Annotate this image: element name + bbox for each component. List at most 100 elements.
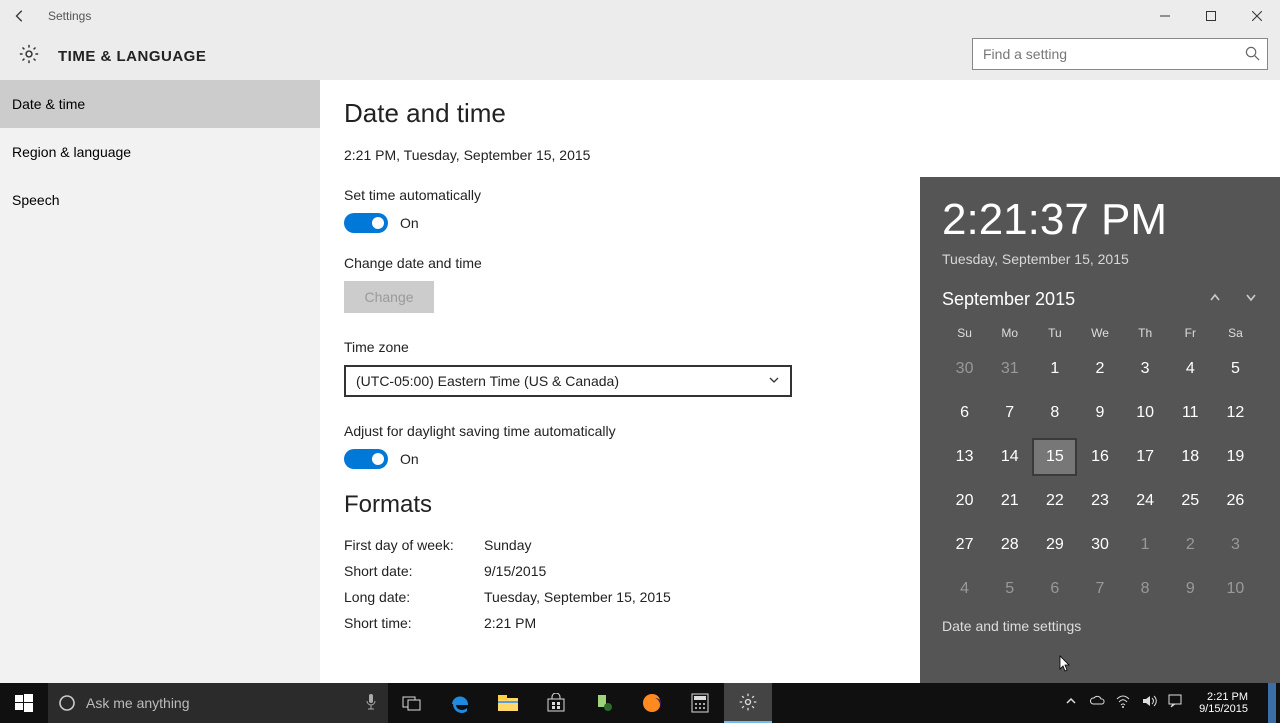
tray-clock-time: 2:21 PM [1199, 691, 1248, 703]
calendar-day[interactable]: 14 [987, 438, 1032, 476]
format-key: First day of week: [344, 537, 484, 553]
sidebar-item-label: Date & time [12, 96, 85, 112]
taskbar-app-pinned-1[interactable] [580, 683, 628, 723]
section-heading: Date and time [344, 98, 1256, 129]
format-key: Short time: [344, 615, 484, 631]
window-title: Settings [40, 9, 91, 23]
calendar-day[interactable]: 10 [1213, 570, 1258, 608]
tray-volume-icon[interactable] [1141, 693, 1157, 714]
calendar-day[interactable]: 25 [1168, 482, 1213, 520]
dst-state: On [400, 451, 419, 467]
calendar-day[interactable]: 19 [1213, 438, 1258, 476]
sidebar-item-label: Region & language [12, 144, 131, 160]
calendar-day[interactable]: 15 [1032, 438, 1077, 476]
calendar-day[interactable]: 30 [942, 350, 987, 388]
minimize-button[interactable] [1142, 0, 1188, 32]
tray-onedrive-icon[interactable] [1089, 693, 1105, 714]
calendar-day[interactable]: 8 [1032, 394, 1077, 432]
chevron-down-icon [768, 373, 780, 389]
tray-wifi-icon[interactable] [1115, 693, 1131, 714]
calendar-weekday: Sa [1213, 322, 1258, 344]
calendar-day[interactable]: 21 [987, 482, 1032, 520]
maximize-button[interactable] [1188, 0, 1234, 32]
calendar-day[interactable]: 24 [1123, 482, 1168, 520]
tray-clock-date: 9/15/2015 [1199, 703, 1248, 715]
calendar-day[interactable]: 16 [1077, 438, 1122, 476]
date-time-settings-link[interactable]: Date and time settings [942, 618, 1258, 634]
calendar-day[interactable]: 13 [942, 438, 987, 476]
sidebar-item-date-time[interactable]: Date & time [0, 80, 320, 128]
calendar-day[interactable]: 17 [1123, 438, 1168, 476]
calendar-day[interactable]: 31 [987, 350, 1032, 388]
calendar-day[interactable]: 9 [1077, 394, 1122, 432]
start-button[interactable] [0, 683, 48, 723]
taskbar-edge[interactable] [436, 683, 484, 723]
calendar-day[interactable]: 5 [987, 570, 1032, 608]
calendar-day[interactable]: 5 [1213, 350, 1258, 388]
calendar-day[interactable]: 3 [1123, 350, 1168, 388]
calendar-day[interactable]: 11 [1168, 394, 1213, 432]
calendar-day[interactable]: 2 [1077, 350, 1122, 388]
calendar-day[interactable]: 12 [1213, 394, 1258, 432]
timezone-select[interactable]: (UTC-05:00) Eastern Time (US & Canada) [344, 365, 792, 397]
back-button[interactable] [0, 0, 40, 32]
taskbar: Ask me anything 2:21 PM 9/15/2015 [0, 683, 1280, 723]
sidebar-item-region-language[interactable]: Region & language [0, 128, 320, 176]
calendar-day[interactable]: 30 [1077, 526, 1122, 564]
calendar-day[interactable]: 6 [942, 394, 987, 432]
calendar-day[interactable]: 10 [1123, 394, 1168, 432]
cortana-search[interactable]: Ask me anything [48, 683, 388, 723]
show-desktop-button[interactable] [1268, 683, 1276, 723]
calendar-day[interactable]: 18 [1168, 438, 1213, 476]
calendar-day[interactable]: 7 [1077, 570, 1122, 608]
month-next-button[interactable] [1244, 290, 1258, 309]
calendar-day[interactable]: 3 [1213, 526, 1258, 564]
taskbar-settings[interactable] [724, 683, 772, 723]
calendar-day[interactable]: 9 [1168, 570, 1213, 608]
calendar-day[interactable]: 2 [1168, 526, 1213, 564]
calendar-weekday: Tu [1032, 322, 1077, 344]
calendar-day[interactable]: 4 [942, 570, 987, 608]
calendar-day[interactable]: 22 [1032, 482, 1077, 520]
auto-time-state: On [400, 215, 419, 231]
taskbar-calculator[interactable] [676, 683, 724, 723]
flyout-month[interactable]: September 2015 [942, 289, 1075, 310]
flyout-date: Tuesday, September 15, 2015 [942, 251, 1258, 267]
tray-clock[interactable]: 2:21 PM 9/15/2015 [1193, 691, 1254, 715]
format-value: 9/15/2015 [484, 563, 546, 579]
auto-time-toggle[interactable] [344, 213, 388, 233]
task-view-button[interactable] [388, 683, 436, 723]
calendar-day[interactable]: 29 [1032, 526, 1077, 564]
calendar-day[interactable]: 1 [1032, 350, 1077, 388]
month-prev-button[interactable] [1208, 290, 1222, 309]
calendar-day[interactable]: 1 [1123, 526, 1168, 564]
calendar-day[interactable]: 28 [987, 526, 1032, 564]
change-button-label: Change [364, 289, 413, 305]
calendar-day[interactable]: 27 [942, 526, 987, 564]
cortana-icon [58, 694, 76, 712]
calendar-day[interactable]: 4 [1168, 350, 1213, 388]
settings-header: TIME & LANGUAGE [0, 32, 1280, 80]
format-value: Sunday [484, 537, 531, 553]
calendar-flyout: 2:21:37 PM Tuesday, September 15, 2015 S… [920, 177, 1280, 683]
calendar-day[interactable]: 8 [1123, 570, 1168, 608]
calendar-day[interactable]: 7 [987, 394, 1032, 432]
calendar-day[interactable]: 20 [942, 482, 987, 520]
tray-action-center-icon[interactable] [1167, 693, 1183, 714]
timezone-value: (UTC-05:00) Eastern Time (US & Canada) [356, 373, 619, 389]
format-key: Long date: [344, 589, 484, 605]
dst-toggle[interactable] [344, 449, 388, 469]
titlebar: Settings [0, 0, 1280, 32]
calendar-day[interactable]: 23 [1077, 482, 1122, 520]
taskbar-file-explorer[interactable] [484, 683, 532, 723]
search-input[interactable] [972, 38, 1268, 70]
taskbar-store[interactable] [532, 683, 580, 723]
tray-show-hidden-icon[interactable] [1063, 693, 1079, 714]
calendar-day[interactable]: 6 [1032, 570, 1077, 608]
taskbar-firefox[interactable] [628, 683, 676, 723]
sidebar-item-speech[interactable]: Speech [0, 176, 320, 224]
microphone-icon[interactable] [364, 693, 378, 714]
current-datetime: 2:21 PM, Tuesday, September 15, 2015 [344, 147, 1256, 163]
calendar-day[interactable]: 26 [1213, 482, 1258, 520]
close-button[interactable] [1234, 0, 1280, 32]
